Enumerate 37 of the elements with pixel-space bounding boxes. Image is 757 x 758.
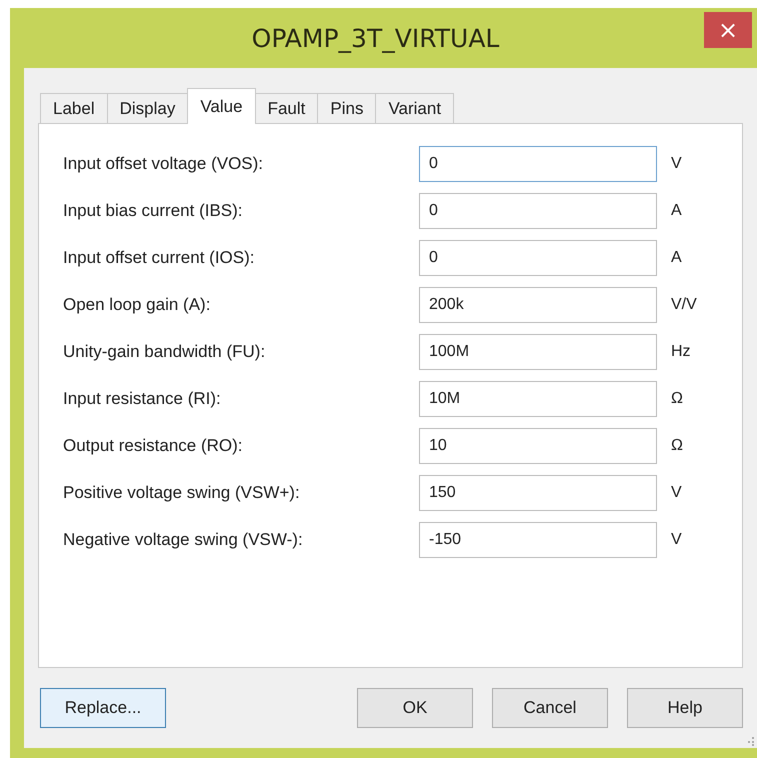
field-label: Input resistance (RI): bbox=[63, 389, 222, 409]
input-field[interactable]: 10M bbox=[419, 381, 657, 417]
dialog-button[interactable]: OK bbox=[357, 688, 473, 728]
field-label: Output resistance (RO): bbox=[63, 436, 244, 456]
field-label: Input offset voltage (VOS): bbox=[63, 154, 264, 174]
input-field[interactable]: 0 bbox=[419, 240, 657, 276]
field-label: Input bias current (IBS): bbox=[63, 201, 244, 221]
dialog-button[interactable]: Help bbox=[627, 688, 743, 728]
unit-label: A bbox=[671, 249, 682, 267]
field-label: Unity-gain bandwidth (FU): bbox=[63, 342, 266, 362]
unit-label: V bbox=[671, 155, 682, 173]
field-label: Input offset current (IOS): bbox=[63, 248, 256, 268]
field-label: Open loop gain (A): bbox=[63, 295, 212, 315]
unit-label: A bbox=[671, 202, 682, 220]
tab[interactable]: Label bbox=[40, 93, 108, 123]
unit-label: V bbox=[671, 484, 682, 502]
input-field[interactable]: 10 bbox=[419, 428, 657, 464]
input-field[interactable]: 150 bbox=[419, 475, 657, 511]
field-label: Negative voltage swing (VSW-): bbox=[63, 530, 304, 550]
unit-label: V/V bbox=[671, 296, 697, 314]
unit-label: V bbox=[671, 531, 682, 549]
tab[interactable]: Variant bbox=[375, 93, 454, 123]
input-field[interactable]: 0 bbox=[419, 146, 657, 182]
input-field[interactable]: 200k bbox=[419, 287, 657, 323]
input-field[interactable]: -150 bbox=[419, 522, 657, 558]
unit-label: Ω bbox=[671, 437, 683, 455]
field-label: Positive voltage swing (VSW+): bbox=[63, 483, 301, 503]
close-button[interactable]: × bbox=[704, 12, 752, 48]
tab[interactable]: Value bbox=[187, 88, 256, 124]
input-field[interactable]: 0 bbox=[419, 193, 657, 229]
unit-label: Ω bbox=[671, 390, 683, 408]
dialog-button[interactable]: Replace... bbox=[40, 688, 166, 728]
dialog-button[interactable]: Cancel bbox=[492, 688, 608, 728]
window-title: OPAMP_3T_VIRTUAL bbox=[252, 24, 500, 52]
input-field[interactable]: 100M bbox=[419, 334, 657, 370]
unit-label: Hz bbox=[671, 343, 691, 361]
resize-grip-icon[interactable] bbox=[745, 736, 755, 746]
